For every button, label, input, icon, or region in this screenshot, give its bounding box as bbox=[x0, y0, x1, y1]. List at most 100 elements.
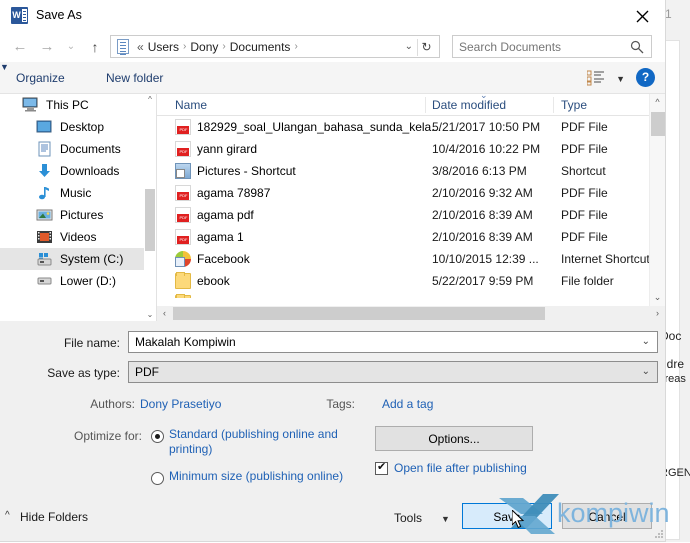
pictures-icon bbox=[36, 207, 53, 223]
sidebar-item-this-pc[interactable]: This PC bbox=[0, 94, 156, 116]
file-list-horizontal-scrollbar[interactable]: ‹ › bbox=[157, 306, 665, 321]
search-input[interactable]: Search Documents bbox=[459, 40, 561, 54]
file-date: 3/8/2016 6:13 PM bbox=[432, 164, 527, 178]
table-row[interactable]: agama pdf 2/10/2016 8:39 AM PDF File bbox=[157, 204, 665, 226]
dialog-title: Save As bbox=[36, 8, 82, 22]
breadcrumb-separator-icon: › bbox=[183, 41, 187, 52]
folder-path-icon bbox=[115, 38, 131, 55]
sidebar-item-music[interactable]: Music bbox=[0, 182, 156, 204]
help-button[interactable]: ? bbox=[636, 68, 655, 87]
table-row[interactable]: ebook 5/22/2017 9:59 PM File folder bbox=[157, 270, 665, 292]
table-row[interactable]: 182929_soal_Ulangan_bahasa_sunda_kela...… bbox=[157, 116, 665, 138]
scroll-down-icon[interactable]: ⌄ bbox=[144, 309, 156, 321]
file-name-input[interactable]: Makalah Kompiwin ⌄ bbox=[128, 331, 658, 353]
file-list-vertical-scrollbar[interactable]: ^ ⌄ bbox=[649, 94, 665, 306]
new-folder-button[interactable]: New folder bbox=[106, 71, 163, 85]
address-bar[interactable]: « Users › Dony › Documents › ⌄ ↻ bbox=[110, 35, 440, 58]
breadcrumb-users[interactable]: Users bbox=[146, 40, 181, 54]
save-button[interactable]: Save bbox=[462, 503, 552, 529]
back-button[interactable]: ← bbox=[9, 37, 31, 57]
table-row[interactable]: Pictures - Shortcut 3/8/2016 6:13 PM Sho… bbox=[157, 160, 665, 182]
file-name: Facebook bbox=[197, 252, 250, 266]
pdf-file-icon bbox=[175, 229, 191, 245]
word-app-icon: W bbox=[11, 7, 28, 24]
scroll-right-icon[interactable]: › bbox=[650, 306, 665, 321]
sidebar-item-system-c[interactable]: System (C:) bbox=[0, 248, 156, 270]
tools-caret-icon[interactable]: ▼ bbox=[441, 514, 450, 524]
column-header-date-modified[interactable]: Date modified bbox=[432, 98, 506, 112]
shortcut-icon bbox=[175, 163, 191, 179]
file-name: agama 78987 bbox=[197, 186, 271, 200]
breadcrumb-documents[interactable]: Documents bbox=[228, 40, 293, 54]
organize-caret-icon[interactable]: ▼ bbox=[0, 62, 665, 72]
documents-icon bbox=[36, 141, 53, 157]
breadcrumb-dony[interactable]: Dony bbox=[188, 40, 220, 54]
address-dropdown-icon[interactable]: ⌄ bbox=[405, 41, 413, 52]
table-row[interactable]: Email 5/12/2017 10:20 AM File folder bbox=[157, 292, 665, 298]
radio-standard-label[interactable]: Standard (publishing online and printing… bbox=[169, 427, 349, 457]
breadcrumb-overflow[interactable]: « bbox=[135, 40, 146, 54]
sidebar-item-downloads[interactable]: Downloads bbox=[0, 160, 156, 182]
table-row[interactable]: Facebook 10/10/2015 12:39 ... Internet S… bbox=[157, 248, 665, 270]
scrollbar-thumb[interactable] bbox=[145, 189, 155, 251]
recent-locations-button[interactable]: ⌄ bbox=[60, 37, 82, 57]
sidebar-item-documents[interactable]: Documents bbox=[0, 138, 156, 160]
scroll-up-icon[interactable]: ^ bbox=[650, 94, 665, 111]
save-as-type-row: Save as type: PDF ⌄ bbox=[0, 361, 665, 387]
file-date: 10/4/2016 10:22 PM bbox=[432, 142, 541, 156]
sidebar-item-videos[interactable]: Videos bbox=[0, 226, 156, 248]
table-row[interactable]: agama 78987 2/10/2016 9:32 AM PDF File bbox=[157, 182, 665, 204]
search-box[interactable]: Search Documents bbox=[452, 35, 652, 58]
dialog-footer: ^ Hide Folders Tools ▼ Save Cancel bbox=[0, 495, 666, 541]
table-row[interactable]: yann girard 10/4/2016 10:22 PM PDF File bbox=[157, 138, 665, 160]
save-as-dialog: W Save As ← → ⌄ ↑ « Users › Dony › Docum… bbox=[0, 0, 666, 542]
radio-minimum-size-label[interactable]: Minimum size (publishing online) bbox=[169, 469, 349, 484]
sidebar-item-desktop[interactable]: Desktop bbox=[0, 116, 156, 138]
chevron-down-icon[interactable]: ⌄ bbox=[642, 366, 650, 377]
checkbox-open-after-publishing[interactable] bbox=[375, 460, 388, 475]
scroll-up-icon[interactable]: ^ bbox=[144, 94, 156, 106]
save-as-type-value: PDF bbox=[135, 365, 159, 379]
sidebar-item-lower-d[interactable]: Lower (D:) bbox=[0, 270, 156, 292]
file-date: 2/10/2016 9:32 AM bbox=[432, 186, 533, 200]
view-caret-icon[interactable]: ▼ bbox=[616, 74, 625, 84]
refresh-icon[interactable]: ↻ bbox=[417, 39, 435, 56]
close-button[interactable] bbox=[620, 0, 665, 31]
chevron-down-icon[interactable]: ⌄ bbox=[642, 336, 650, 347]
organize-button[interactable]: Organize bbox=[16, 71, 65, 85]
scrollbar-thumb[interactable] bbox=[173, 307, 545, 320]
column-header-name[interactable]: Name bbox=[175, 98, 207, 112]
sidebar-item-pictures[interactable]: Pictures bbox=[0, 204, 156, 226]
chevron-up-icon[interactable]: ^ bbox=[5, 510, 10, 521]
videos-icon bbox=[36, 229, 53, 245]
column-header-type[interactable]: Type bbox=[561, 98, 587, 112]
scroll-down-icon[interactable]: ⌄ bbox=[650, 289, 665, 306]
file-date: 10/10/2015 12:39 ... bbox=[432, 252, 539, 266]
radio-standard[interactable] bbox=[151, 430, 164, 443]
file-name: 182929_soal_Ulangan_bahasa_sunda_kela... bbox=[197, 120, 442, 134]
file-name: ebook bbox=[197, 274, 230, 288]
file-type: PDF File bbox=[561, 186, 608, 200]
authors-value[interactable]: Dony Prasetiyo bbox=[140, 397, 221, 411]
scrollbar-thumb[interactable] bbox=[651, 112, 665, 136]
resize-grip[interactable] bbox=[655, 530, 663, 538]
add-a-tag-link[interactable]: Add a tag bbox=[382, 397, 433, 411]
forward-button[interactable]: → bbox=[36, 37, 58, 57]
cancel-button[interactable]: Cancel bbox=[562, 503, 652, 529]
file-date: 2/10/2016 8:39 AM bbox=[432, 208, 533, 222]
radio-minimum-size[interactable] bbox=[151, 472, 164, 485]
up-button[interactable]: ↑ bbox=[84, 37, 106, 57]
pdf-file-icon bbox=[175, 141, 191, 157]
table-row[interactable]: agama 1 2/10/2016 8:39 AM PDF File bbox=[157, 226, 665, 248]
scroll-left-icon[interactable]: ‹ bbox=[157, 306, 172, 321]
navigation-pane-scrollbar[interactable]: ^ ⌄ bbox=[144, 94, 156, 321]
drive-icon bbox=[36, 273, 53, 289]
sidebar-item-label: Downloads bbox=[60, 164, 120, 178]
pdf-file-icon bbox=[175, 207, 191, 223]
save-as-type-label: Save as type: bbox=[47, 366, 120, 380]
options-button[interactable]: Options... bbox=[375, 426, 533, 451]
view-list-icon[interactable] bbox=[587, 70, 607, 86]
save-as-type-select[interactable]: PDF ⌄ bbox=[128, 361, 658, 383]
tools-button[interactable]: Tools bbox=[394, 511, 422, 525]
hide-folders-button[interactable]: Hide Folders bbox=[20, 510, 88, 524]
